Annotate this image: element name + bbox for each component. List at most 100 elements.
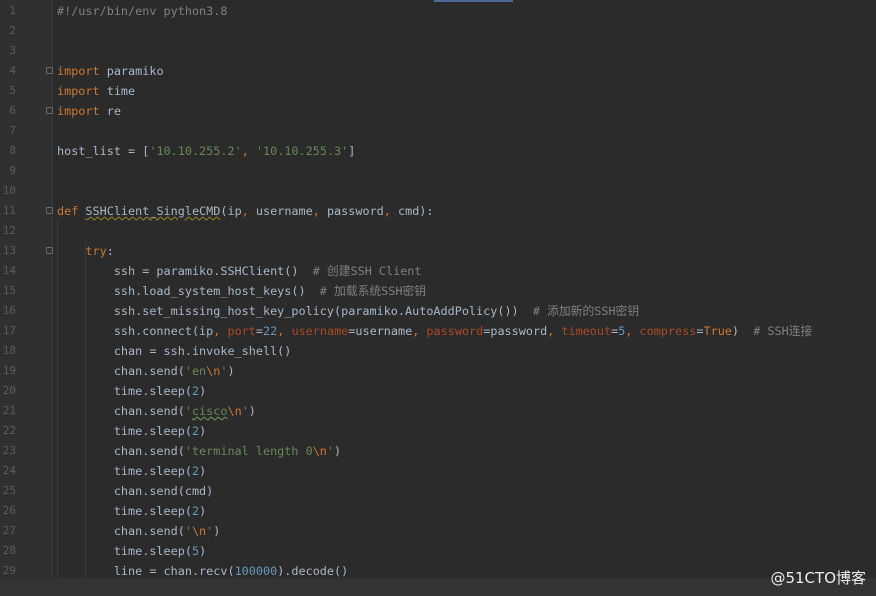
code-text: chan.send(cmd) bbox=[57, 481, 213, 501]
code-token: , bbox=[547, 324, 562, 338]
code-line[interactable]: 10 bbox=[0, 181, 876, 201]
code-token: import bbox=[57, 104, 100, 118]
code-text: chan.send('terminal length 0\n') bbox=[57, 441, 341, 461]
code-text: time.sleep(5) bbox=[57, 541, 206, 561]
line-number: 6 bbox=[9, 104, 16, 117]
code-text: time.sleep(2) bbox=[57, 381, 206, 401]
code-token: , bbox=[412, 324, 427, 338]
code-token: ) bbox=[213, 524, 221, 538]
fold-marker-icon[interactable] bbox=[46, 207, 53, 214]
code-token: 2 bbox=[191, 504, 200, 518]
line-number: 28 bbox=[2, 544, 16, 557]
code-token: cmd): bbox=[398, 204, 434, 218]
code-token: #!/usr/bin/env python3.8 bbox=[57, 4, 228, 18]
code-line[interactable]: 25 chan.send(cmd) bbox=[0, 481, 876, 501]
line-number: 13 bbox=[2, 244, 16, 257]
code-line[interactable]: 2 bbox=[0, 21, 876, 41]
code-line[interactable]: 22 time.sleep(2) bbox=[0, 421, 876, 441]
code-token: ssh = paramiko.SSHClient() bbox=[57, 264, 313, 278]
code-line[interactable]: 15 ssh.load_system_host_keys() # 加载系统SSH… bbox=[0, 281, 876, 301]
code-line[interactable]: 13 try: bbox=[0, 241, 876, 261]
code-line[interactable]: 19 chan.send('en\n') bbox=[0, 361, 876, 381]
code-text: ssh.set_missing_host_key_policy(paramiko… bbox=[57, 301, 639, 321]
code-line[interactable]: 23 chan.send('terminal length 0\n') bbox=[0, 441, 876, 461]
code-token: time bbox=[99, 84, 136, 98]
code-token: import bbox=[57, 84, 100, 98]
status-strip bbox=[0, 578, 876, 596]
code-token: chan.send( bbox=[57, 404, 185, 418]
line-number: 14 bbox=[2, 264, 16, 277]
code-token: 'terminal length 0 bbox=[184, 444, 313, 458]
code-line[interactable]: 28 time.sleep(5) bbox=[0, 541, 876, 561]
code-text: import re bbox=[57, 101, 121, 121]
code-line[interactable]: 18 chan = ssh.invoke_shell() bbox=[0, 341, 876, 361]
code-token: time.sleep( bbox=[57, 464, 192, 478]
code-token: paramiko bbox=[99, 64, 164, 78]
line-number: 26 bbox=[2, 504, 16, 517]
code-line[interactable]: 1 #!/usr/bin/env python3.8 bbox=[0, 1, 876, 21]
code-line[interactable]: 21 chan.send('cisco\n') bbox=[0, 401, 876, 421]
code-token: time.sleep( bbox=[57, 424, 192, 438]
code-token: ) bbox=[199, 504, 207, 518]
line-number: 11 bbox=[2, 204, 16, 217]
code-text: ssh = paramiko.SSHClient() # 创建SSH Clien… bbox=[57, 261, 422, 281]
code-token: 2 bbox=[191, 424, 200, 438]
line-number: 16 bbox=[2, 304, 16, 317]
code-line[interactable]: 11 def SSHClient_SingleCMD(ip, username, … bbox=[0, 201, 876, 221]
code-token: ) bbox=[334, 444, 342, 458]
code-text: ssh.connect(ip, port=22, username=userna… bbox=[57, 321, 813, 341]
code-line[interactable]: 24 time.sleep(2) bbox=[0, 461, 876, 481]
code-line[interactable]: 17 ssh.connect(ip, port=22, username=use… bbox=[0, 321, 876, 341]
code-token: password bbox=[426, 324, 484, 338]
code-token: chan.send(cmd) bbox=[57, 484, 214, 498]
line-number: 4 bbox=[9, 64, 16, 77]
code-line[interactable]: 12 bbox=[0, 221, 876, 241]
code-text: chan = ssh.invoke_shell() bbox=[57, 341, 292, 361]
code-token: \n bbox=[191, 524, 207, 538]
code-token: chan.send( bbox=[57, 444, 185, 458]
line-number: 22 bbox=[2, 424, 16, 437]
code-line[interactable]: 14 ssh = paramiko.SSHClient() # 创建SSH Cl… bbox=[0, 261, 876, 281]
code-token: =password bbox=[483, 324, 548, 338]
line-number: 19 bbox=[2, 364, 16, 377]
code-token: SSHClient_SingleCMD bbox=[85, 204, 221, 218]
code-token: # SSH连接 bbox=[753, 324, 813, 338]
code-line[interactable]: 8 host_list = ['10.10.255.2', '10.10.255.… bbox=[0, 141, 876, 161]
code-line[interactable]: 6 import re bbox=[0, 101, 876, 121]
code-line[interactable]: 3 bbox=[0, 41, 876, 61]
code-token: , bbox=[383, 204, 398, 218]
code-token: , bbox=[277, 324, 292, 338]
code-token: (ip bbox=[220, 204, 242, 218]
code-token: time.sleep( bbox=[57, 544, 192, 558]
code-token: username bbox=[291, 324, 349, 338]
code-token: # 加载系统SSH密钥 bbox=[319, 284, 427, 298]
code-token: username bbox=[255, 204, 313, 218]
line-number: 15 bbox=[2, 284, 16, 297]
watermark: @51CTO博客 bbox=[770, 569, 866, 587]
code-token: ssh.set_missing_host_key_policy(paramiko… bbox=[57, 304, 533, 318]
code-line[interactable]: 9 bbox=[0, 161, 876, 181]
line-number: 24 bbox=[2, 464, 16, 477]
line-number: 3 bbox=[9, 44, 16, 57]
code-token: ) bbox=[199, 384, 207, 398]
code-line[interactable]: 26 time.sleep(2) bbox=[0, 501, 876, 521]
fold-marker-icon[interactable] bbox=[46, 67, 53, 74]
code-text: import time bbox=[57, 81, 135, 101]
code-line[interactable]: 20 time.sleep(2) bbox=[0, 381, 876, 401]
code-line[interactable]: 5 import time bbox=[0, 81, 876, 101]
code-line[interactable]: 27 chan.send('\n') bbox=[0, 521, 876, 541]
code-token: 100000 bbox=[234, 564, 278, 578]
code-line[interactable]: 16 ssh.set_missing_host_key_policy(param… bbox=[0, 301, 876, 321]
code-token: ) bbox=[227, 364, 235, 378]
code-text: try: bbox=[57, 241, 113, 261]
code-token: line = chan.recv( bbox=[57, 564, 235, 578]
fold-marker-icon[interactable] bbox=[46, 247, 53, 254]
code-token: def bbox=[57, 204, 86, 218]
code-editor[interactable]: 1 #!/usr/bin/env python3.8 2 3 4 import param… bbox=[0, 1, 876, 581]
fold-marker-icon[interactable] bbox=[46, 107, 53, 114]
line-number: 27 bbox=[2, 524, 16, 537]
code-token: # 创建SSH Client bbox=[312, 264, 422, 278]
code-line[interactable]: 7 bbox=[0, 121, 876, 141]
code-token: ' bbox=[184, 404, 192, 418]
code-line[interactable]: 4 import paramiko bbox=[0, 61, 876, 81]
